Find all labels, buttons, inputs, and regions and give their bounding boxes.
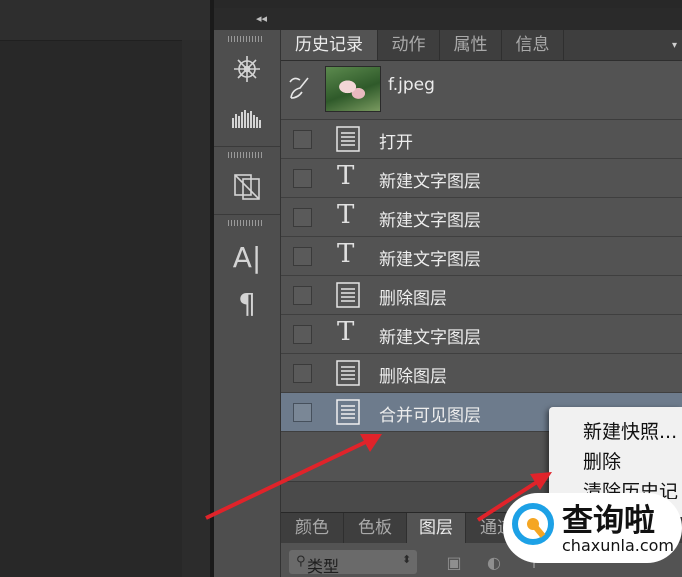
chevron-updown-icon: ⬍	[402, 553, 412, 566]
history-state-row[interactable]: 删除图层	[281, 276, 682, 315]
layer-filter-label: 类型	[307, 557, 340, 576]
character-icon[interactable]: A|	[226, 240, 268, 274]
history-state-label: 删除图层	[379, 367, 447, 387]
history-state-row[interactable]: 打开	[281, 120, 682, 159]
snapshot-name: f.jpeg	[388, 75, 435, 95]
document-icon	[335, 281, 361, 309]
tab-color[interactable]: 颜色	[281, 513, 344, 543]
history-state-label: 打开	[379, 133, 413, 153]
history-brush-icon[interactable]	[288, 74, 312, 102]
history-brush-source-checkbox[interactable]	[293, 286, 312, 305]
history-state-row[interactable]: T 新建文字图层	[281, 198, 682, 237]
adjustment-filter-icon[interactable]: ◐	[484, 553, 504, 572]
tab-actions[interactable]: 动作	[378, 30, 440, 60]
watermark-url: chaxunla.com	[562, 536, 674, 555]
panel-dock-bar	[214, 8, 682, 31]
history-brush-source-checkbox[interactable]	[293, 364, 312, 383]
panel-icon-strip: A| ¶	[214, 30, 281, 577]
tab-properties[interactable]: 属性	[440, 30, 502, 60]
collapse-panels-icon[interactable]: ◂◂	[256, 12, 276, 26]
history-state-row[interactable]: T 新建文字图层	[281, 315, 682, 354]
history-state-label: 新建文字图层	[379, 211, 481, 231]
menu-item-delete[interactable]: 删除	[583, 447, 621, 474]
snapshot-thumbnail	[325, 66, 381, 112]
search-icon: ⚲	[296, 554, 306, 569]
history-brush-source-checkbox[interactable]	[293, 247, 312, 266]
history-brush-source-checkbox[interactable]	[293, 325, 312, 344]
navigator-wheel-icon[interactable]	[226, 52, 268, 86]
type-icon: T	[337, 317, 355, 347]
tab-info[interactable]: 信息	[502, 30, 564, 60]
history-brush-source-checkbox[interactable]	[293, 403, 312, 422]
history-state-label: 新建文字图层	[379, 328, 481, 348]
history-state-row[interactable]: T 新建文字图层	[281, 237, 682, 276]
drag-grip[interactable]	[228, 152, 264, 158]
tab-swatches[interactable]: 色板	[344, 513, 407, 543]
document-icon	[335, 125, 361, 153]
pixel-filter-icon[interactable]: ▣	[444, 553, 464, 572]
history-panel-tabs: 历史记录 动作 属性 信息	[281, 30, 682, 61]
tab-history[interactable]: 历史记录	[281, 30, 378, 60]
history-brush-source-checkbox[interactable]	[293, 208, 312, 227]
history-state-row[interactable]: T 新建文字图层	[281, 159, 682, 198]
workspace-edge	[182, 40, 212, 577]
history-brush-source-checkbox[interactable]	[293, 169, 312, 188]
document-icon	[335, 359, 361, 387]
history-state-row[interactable]: 删除图层	[281, 354, 682, 393]
history-state-label: 合并可见图层	[379, 406, 481, 426]
type-icon: T	[337, 200, 355, 230]
type-icon: T	[337, 161, 355, 191]
tab-layers[interactable]: 图层	[407, 513, 466, 543]
document-workspace	[0, 0, 182, 577]
paragraph-icon[interactable]: ¶	[226, 286, 268, 320]
history-state-label: 新建文字图层	[379, 172, 481, 192]
drag-grip[interactable]	[228, 36, 264, 42]
history-state-label: 删除图层	[379, 289, 447, 309]
watermark-name: 查询啦	[562, 503, 655, 539]
histogram-icon[interactable]	[226, 100, 268, 134]
panel-menu-icon[interactable]: ▾	[672, 40, 682, 51]
document-icon	[335, 398, 361, 426]
history-brush-source-checkbox[interactable]	[293, 130, 312, 149]
history-state-label: 新建文字图层	[379, 250, 481, 270]
drag-grip[interactable]	[228, 220, 264, 226]
workspace-tab-strip	[0, 0, 212, 41]
menu-item-new-snapshot[interactable]: 新建快照...	[583, 417, 677, 444]
type-icon: T	[337, 239, 355, 269]
transform-icon[interactable]	[226, 168, 268, 202]
